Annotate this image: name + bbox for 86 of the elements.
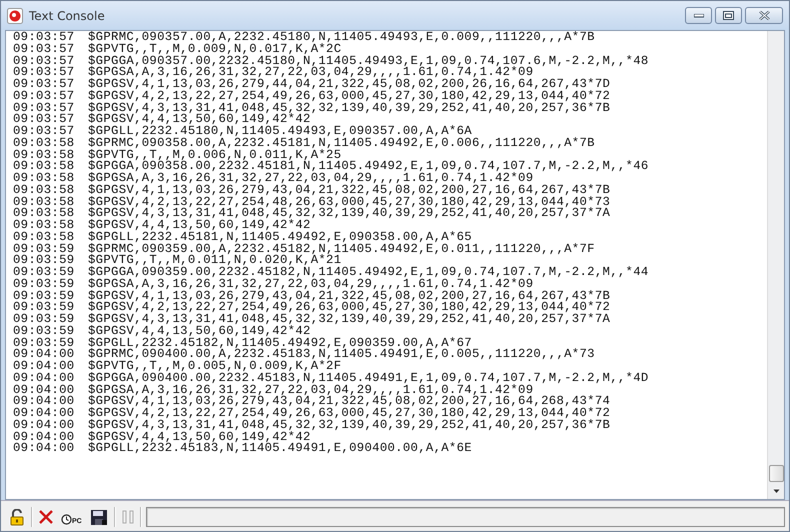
timestamp: 09:03:57 bbox=[13, 56, 76, 68]
timestamp: 09:03:58 bbox=[13, 220, 76, 232]
nmea-sentence: $GPGLL,2232.45183,N,11405.49491,E,090400.00,A,A*6E bbox=[88, 443, 472, 455]
timestamp: 09:04:00 bbox=[13, 408, 76, 420]
nmea-sentence: $GPVTG,,T,,M,0.006,N,0.011,K,A*25 bbox=[88, 150, 342, 162]
nmea-sentence: $GPGLL,2232.45180,N,11405.49493,E,090357.00,A,A*6A bbox=[88, 126, 472, 138]
nmea-sentence: $GPGSV,4,4,13,50,60,149,42*42 bbox=[88, 326, 311, 338]
nmea-sentence: $GPGLL,2232.45182,N,11405.49492,E,090359.00,A,A*67 bbox=[88, 338, 472, 350]
nmea-sentence: $GPGSV,4,2,13,22,27,254,48,26,63,000,45,27,30,180,42,29,13,044,40*73 bbox=[88, 196, 610, 208]
minimize-icon bbox=[694, 14, 704, 18]
nmea-sentence: $GPGSA,A,3,16,26,31,32,27,22,03,04,29,,,,1.61,0.74,1.42*09 bbox=[88, 384, 534, 396]
timestamp: 09:03:57 bbox=[13, 32, 76, 44]
timestamp: 09:03:59 bbox=[13, 302, 76, 314]
nmea-sentence: $GPGSV,4,1,13,03,26,279,43,04,21,322,45,08,02,200,27,16,64,268,43*74 bbox=[88, 396, 610, 408]
timestamp: 09:03:59 bbox=[13, 314, 76, 326]
nmea-sentence: $GPGSV,4,2,13,22,27,254,49,26,63,000,45,27,30,180,42,29,13,044,40*72 bbox=[88, 302, 610, 314]
timestamp: 09:03:59 bbox=[13, 244, 76, 256]
nmea-sentence: $GPGSV,4,3,13,31,41,048,45,32,32,139,40,39,29,252,41,40,20,257,37*7A bbox=[88, 314, 610, 326]
nmea-sentence: $GPVTG,,T,,M,0.005,N,0.009,K,A*2F bbox=[88, 361, 342, 373]
timestamp: 09:03:58 bbox=[13, 150, 76, 162]
nmea-sentence: $GPGSA,A,3,16,26,31,32,27,22,03,04,29,,,,1.61,0.74,1.42*09 bbox=[88, 278, 534, 290]
timestamp: 09:03:58 bbox=[13, 138, 76, 150]
nmea-sentence: $GPRMC,090359.00,A,2232.45182,N,11405.49492,E,0.011,,111220,,,A*7F bbox=[88, 244, 595, 256]
timestamp: 09:03:59 bbox=[13, 338, 76, 350]
timestamp: 09:03:58 bbox=[13, 184, 76, 196]
timestamp: 09:03:59 bbox=[13, 255, 76, 267]
timestamp: 09:03:59 bbox=[13, 290, 76, 302]
nmea-sentence: $GPGSA,A,3,16,26,31,32,27,22,03,04,29,,,,1.61,0.74,1.42*09 bbox=[88, 67, 534, 79]
clear-button[interactable] bbox=[37, 508, 55, 526]
timestamp: 09:03:57 bbox=[13, 90, 76, 102]
timestamp: 09:04:00 bbox=[13, 443, 76, 455]
timestamp: 09:03:58 bbox=[13, 208, 76, 220]
timestamp: 09:03:57 bbox=[13, 79, 76, 91]
timestamp: 09:04:00 bbox=[13, 361, 76, 373]
app-icon bbox=[7, 8, 23, 24]
nmea-sentence: $GPVTG,,T,,M,0.011,N,0.020,K,A*21 bbox=[88, 255, 342, 267]
close-button[interactable] bbox=[745, 7, 783, 24]
window-title: Text Console bbox=[29, 8, 105, 22]
nmea-sentence: $GPRMC,090357.00,A,2232.45180,N,11405.49493,E,0.009,,111220,,,A*7B bbox=[88, 32, 595, 44]
nmea-sentence: $GPGLL,2232.45181,N,11405.49492,E,090358.00,A,A*65 bbox=[88, 232, 472, 244]
pause-icon bbox=[122, 510, 134, 524]
timestamp: 09:03:59 bbox=[13, 267, 76, 279]
nmea-sentence: $GPGGA,090359.00,2232.45182,N,11405.49492,E,1,09,0.74,107.7,M,-2.2,M,,*44 bbox=[88, 267, 649, 279]
timestamp: 09:04:00 bbox=[13, 420, 76, 432]
timestamp: 09:03:59 bbox=[13, 278, 76, 290]
minimize-button[interactable] bbox=[685, 7, 712, 24]
nmea-sentence: $GPRMC,090400.00,A,2232.45183,N,11405.49491,E,0.005,,111220,,,A*73 bbox=[88, 349, 595, 361]
nmea-sentence: $GPGSA,A,3,16,26,31,32,27,22,03,04,29,,,,1.61,0.74,1.42*09 bbox=[88, 173, 534, 185]
timestamp: 09:03:57 bbox=[13, 44, 76, 56]
nmea-sentence: $GPGSV,4,3,13,31,41,048,45,32,32,139,40,39,29,252,41,40,20,257,36*7B bbox=[88, 102, 610, 114]
maximize-button[interactable] bbox=[715, 7, 742, 24]
nmea-sentence: $GPGSV,4,1,13,03,26,279,44,04,21,322,45,08,02,200,26,16,64,267,43*7D bbox=[88, 79, 610, 91]
close-icon bbox=[758, 11, 770, 20]
scrollbar[interactable] bbox=[767, 31, 784, 499]
nmea-sentence: $GPGSV,4,1,13,03,26,279,43,04,21,322,45,08,02,200,27,16,64,267,43*7B bbox=[88, 184, 610, 196]
nmea-sentence: $GPGSV,4,2,13,22,27,254,49,26,63,000,45,27,30,180,42,29,13,044,40*72 bbox=[88, 90, 610, 102]
nmea-sentence: $GPGGA,090357.00,2232.45180,N,11405.49493,E,1,09,0.74,107.6,M,-2.2,M,,*48 bbox=[88, 56, 649, 68]
timestamp: 09:03:58 bbox=[13, 196, 76, 208]
padlock-icon bbox=[9, 508, 25, 526]
nmea-sentence: $GPGSV,4,4,13,50,60,149,42*42 bbox=[88, 432, 311, 444]
nmea-sentence: $GPGSV,4,3,13,31,41,048,45,32,32,139,40,39,29,252,41,40,20,257,37*7A bbox=[88, 208, 610, 220]
timestamp: 09:03:59 bbox=[13, 326, 76, 338]
timestamp: 09:03:57 bbox=[13, 126, 76, 138]
nmea-sentence: $GPGSV,4,4,13,50,60,149,42*42 bbox=[88, 114, 311, 126]
scroll-thumb[interactable] bbox=[768, 465, 784, 482]
timestamp: 09:04:00 bbox=[13, 349, 76, 361]
delete-icon bbox=[39, 510, 53, 524]
timestamp: 09:04:00 bbox=[13, 396, 76, 408]
timestamp: 09:03:57 bbox=[13, 114, 76, 126]
nmea-sentence: $GPGSV,4,3,13,31,41,048,45,32,32,139,40,39,29,252,41,40,20,257,36*7B bbox=[88, 420, 610, 432]
nmea-sentence: $GPGSV,4,2,13,22,27,254,49,26,63,000,45,27,30,180,42,29,13,044,40*72 bbox=[88, 408, 610, 420]
timestamp: 09:03:58 bbox=[13, 232, 76, 244]
timestamp: 09:03:58 bbox=[13, 173, 76, 185]
nmea-sentence: $GPRMC,090358.00,A,2232.45181,N,11405.49492,E,0.006,,111220,,,A*7B bbox=[88, 138, 595, 150]
nmea-sentence: $GPGGA,090358.00,2232.45181,N,11405.49492,E,1,09,0.74,107.7,M,-2.2,M,,*46 bbox=[88, 161, 649, 173]
timestamp: 09:03:58 bbox=[13, 161, 76, 173]
nmea-sentence: $GPGSV,4,1,13,03,26,279,43,04,21,322,45,08,02,200,27,16,64,267,43*7B bbox=[88, 290, 610, 302]
maximize-icon bbox=[723, 11, 734, 20]
nmea-sentence: $GPGGA,090400.00,2232.45183,N,11405.49491,E,1,09,0.74,107.7,M,-2.2,M,,*4D bbox=[88, 372, 649, 384]
timestamp: 09:04:00 bbox=[13, 432, 76, 444]
timestamp: 09:04:00 bbox=[13, 384, 76, 396]
timestamp: 09:03:57 bbox=[13, 67, 76, 79]
timestamp: 09:04:00 bbox=[13, 372, 76, 384]
nmea-sentence: $GPVTG,,T,,M,0.009,N,0.017,K,A*2C bbox=[88, 44, 342, 56]
nmea-sentence: $GPGSV,4,4,13,50,60,149,42*42 bbox=[88, 220, 311, 232]
timestamp: 09:03:57 bbox=[13, 102, 76, 114]
